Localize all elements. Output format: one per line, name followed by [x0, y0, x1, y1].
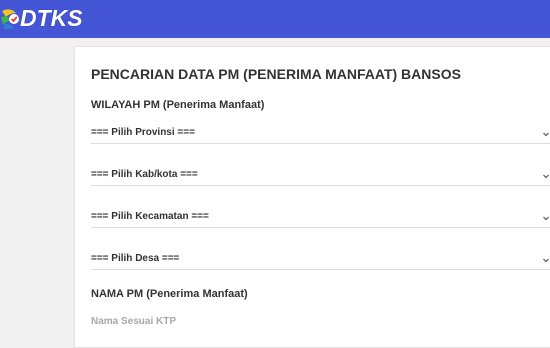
kabkota-select[interactable]: === Pilih Kab/kota === — [91, 163, 550, 186]
provinsi-select[interactable]: === Pilih Provinsi === — [91, 121, 550, 144]
dtks-logo[interactable]: DTKS — [0, 4, 83, 32]
nama-input[interactable] — [91, 311, 550, 331]
top-navbar: DTKS — [0, 0, 550, 38]
page-title: PENCARIAN DATA PM (PENERIMA MANFAAT) BAN… — [91, 66, 461, 82]
logo-text: DTKS — [20, 5, 83, 31]
chevron-down-icon — [541, 210, 550, 221]
kabkota-select-value: === Pilih Kab/kota === — [91, 168, 198, 180]
wilayah-section-label: WILAYAH PM (Penerima Manfaat) — [91, 99, 265, 111]
search-form-card: PENCARIAN DATA PM (PENERIMA MANFAAT) BAN… — [74, 46, 550, 348]
chevron-down-icon — [541, 168, 550, 179]
desa-select[interactable]: === Pilih Desa === — [91, 247, 550, 270]
chevron-down-icon — [541, 126, 550, 137]
dtks-logo-icon — [0, 5, 24, 31]
nama-section-label: NAMA PM (Penerima Manfaat) — [91, 288, 248, 300]
desa-select-value: === Pilih Desa === — [91, 252, 180, 264]
kecamatan-select-value: === Pilih Kecamatan === — [91, 210, 209, 222]
provinsi-select-value: === Pilih Provinsi === — [91, 126, 195, 138]
chevron-down-icon — [541, 252, 550, 263]
kecamatan-select[interactable]: === Pilih Kecamatan === — [91, 205, 550, 228]
